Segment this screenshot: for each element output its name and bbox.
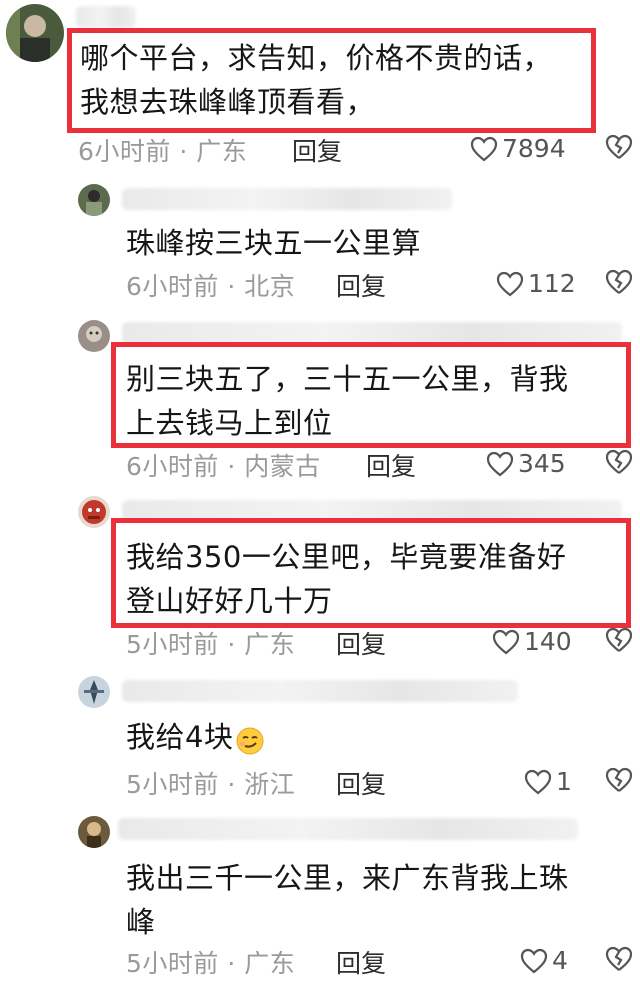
like-count: 112 <box>528 269 576 298</box>
heart-outline-icon <box>470 136 498 162</box>
comment-meta: 6小时前 · 广东 <box>78 137 248 166</box>
broken-heart-icon <box>604 269 634 295</box>
comment-meta: 5小时前 · 广东 <box>126 630 296 659</box>
like-button[interactable]: 345 <box>486 449 566 478</box>
reply-button[interactable]: 回复 <box>336 625 386 661</box>
comment-meta: 6小时前 · 北京 <box>126 272 296 301</box>
like-count: 345 <box>518 449 566 478</box>
like-count: 140 <box>524 627 572 656</box>
like-button[interactable]: 112 <box>496 269 576 298</box>
smirk-emoji <box>235 724 265 755</box>
dislike-button[interactable] <box>604 627 634 653</box>
username-blurred[interactable] <box>118 818 578 840</box>
heart-outline-icon <box>524 769 552 795</box>
avatar[interactable] <box>78 320 110 352</box>
dislike-button[interactable] <box>604 134 634 160</box>
reply-button[interactable]: 回复 <box>366 447 416 483</box>
like-count: 1 <box>556 767 572 796</box>
heart-outline-icon <box>486 451 514 477</box>
dislike-button[interactable] <box>604 946 634 972</box>
comment-text-line: 我给4块 <box>126 715 265 759</box>
broken-heart-icon <box>604 767 634 793</box>
comment-meta: 5小时前 · 广东 <box>126 949 296 978</box>
username-blurred[interactable] <box>76 6 136 28</box>
avatar[interactable] <box>78 816 110 848</box>
dislike-button[interactable] <box>604 449 634 475</box>
comment-meta: 5小时前 · 浙江 <box>126 770 296 799</box>
broken-heart-icon <box>604 449 634 475</box>
comment-text-line: 我给350一公里吧，毕竟要准备好 <box>126 540 567 574</box>
comment-meta: 6小时前 · 内蒙古 <box>126 452 321 481</box>
like-button[interactable]: 1 <box>524 767 572 796</box>
comment-text-line: 上去钱马上到位 <box>126 406 333 440</box>
like-button[interactable]: 140 <box>492 627 572 656</box>
username-blurred[interactable] <box>122 188 452 210</box>
broken-heart-icon <box>604 627 634 653</box>
heart-outline-icon <box>492 629 520 655</box>
comment-text-line: 我出三千一公里，来广东背我上珠 <box>126 861 569 895</box>
avatar[interactable] <box>78 676 110 708</box>
dislike-button[interactable] <box>604 767 634 793</box>
heart-outline-icon <box>520 948 548 974</box>
broken-heart-icon <box>604 134 634 160</box>
comment-text: 我给4块 <box>126 720 234 754</box>
comment-text-line: 珠峰按三块五一公里算 <box>126 226 422 260</box>
heart-outline-icon <box>496 271 524 297</box>
dislike-button[interactable] <box>604 269 634 295</box>
like-count: 7894 <box>502 134 566 163</box>
comment-text-line: 别三块五了，三十五一公里，背我 <box>126 362 569 396</box>
comment-text-line: 哪个平台，求告知，价格不贵的话， <box>80 41 553 75</box>
reply-button[interactable]: 回复 <box>336 267 386 303</box>
avatar[interactable] <box>78 496 110 528</box>
reply-button[interactable]: 回复 <box>292 132 342 168</box>
like-count: 4 <box>552 946 568 975</box>
comment-text-line: 峰 <box>126 905 156 939</box>
like-button[interactable]: 4 <box>520 946 568 975</box>
avatar[interactable] <box>78 184 110 216</box>
reply-button[interactable]: 回复 <box>336 765 386 801</box>
username-blurred[interactable] <box>122 322 622 344</box>
broken-heart-icon <box>604 946 634 972</box>
comment-text-line: 登山好好几十万 <box>126 584 333 618</box>
comment-text-line: 我想去珠峰峰顶看看， <box>80 85 376 119</box>
reply-button[interactable]: 回复 <box>336 944 386 980</box>
avatar[interactable] <box>6 4 64 62</box>
like-button[interactable]: 7894 <box>470 134 566 163</box>
username-blurred[interactable] <box>122 680 518 702</box>
